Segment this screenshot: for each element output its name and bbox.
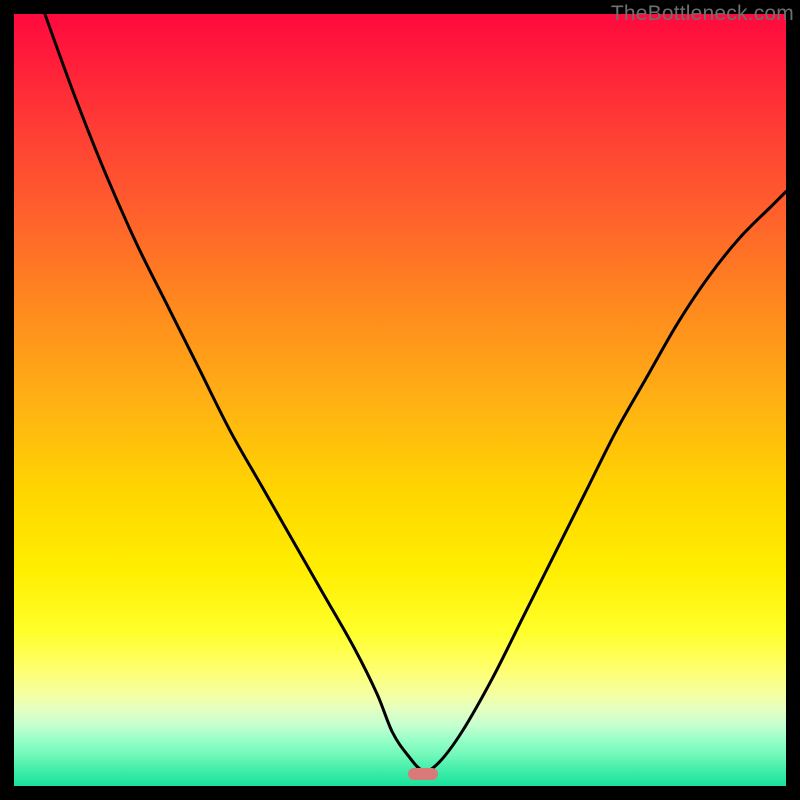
chart-frame: TheBottleneck.com [0, 0, 800, 800]
optimum-marker [408, 768, 438, 780]
gradient-plot-area [14, 14, 786, 786]
curve-path [45, 14, 786, 771]
bottleneck-curve [14, 14, 786, 786]
watermark-text: TheBottleneck.com [611, 2, 794, 26]
